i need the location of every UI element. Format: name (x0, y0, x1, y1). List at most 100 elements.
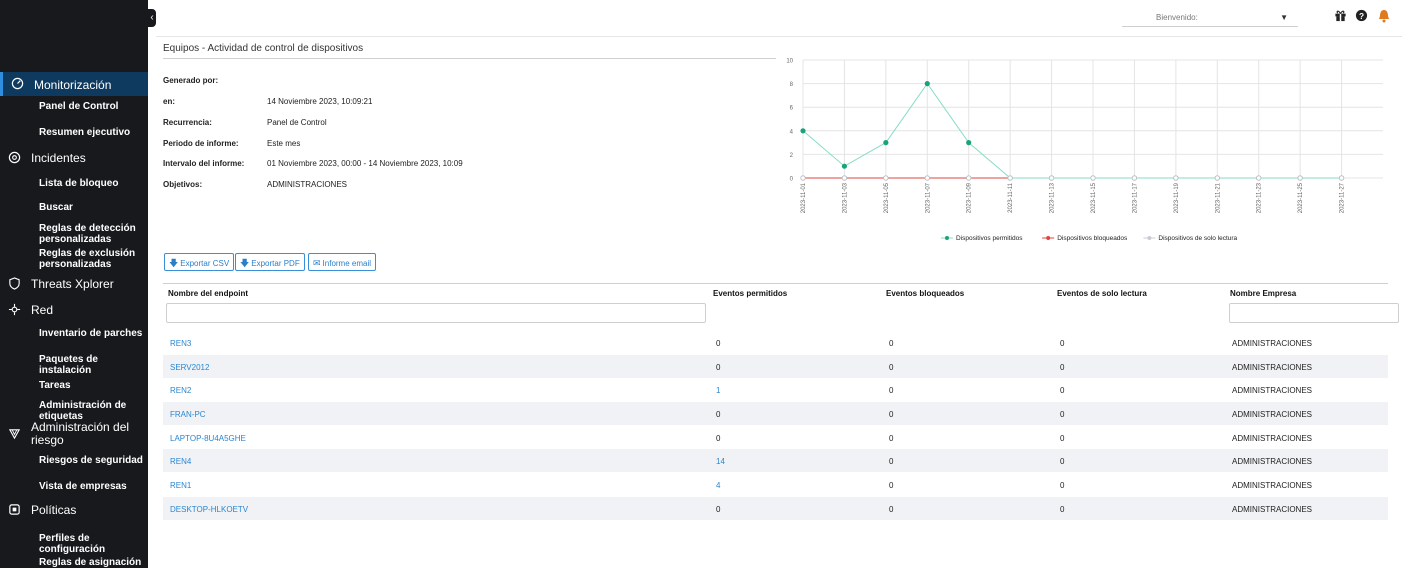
endpoint-link[interactable]: REN4 (170, 457, 191, 466)
info-value-objetivos: ADMINISTRACIONES (267, 180, 348, 189)
table-row: FRAN-PC 0 0 0 ADMINISTRACIONES (163, 402, 1388, 425)
data-point (1338, 175, 1345, 181)
column-header-eventos-permitidos[interactable]: Eventos permitidos (713, 289, 787, 298)
column-header-nombre-empresa[interactable]: Nombre Empresa (1230, 289, 1296, 298)
info-label-periodo: Periodo de informe: (163, 139, 239, 148)
sidebar-section-incidentes[interactable]: Incidentes (0, 151, 148, 165)
x-tick-label: 2023-11-13 (1050, 182, 1056, 213)
sidebar: Monitorización Panel de Control Resumen … (0, 0, 148, 568)
legend-label: Dispositivos de solo lectura (1158, 235, 1237, 242)
download-icon: 🡇 (240, 258, 250, 268)
sidebar-item-inventario-parches[interactable]: Inventario de parches (0, 328, 148, 339)
cell-bloqueados: 0 (889, 339, 894, 348)
table-row: SERV2012 0 0 0 ADMINISTRACIONES (163, 355, 1388, 378)
sidebar-section-politicas[interactable]: Políticas (0, 503, 148, 517)
data-point (1297, 175, 1303, 181)
sidebar-item-paquetes-instalacion[interactable]: Paquetes de instalación (0, 354, 148, 376)
cell-empresa: ADMINISTRACIONES (1232, 363, 1313, 372)
download-icon: 🡇 (169, 258, 179, 268)
endpoint-filter-input[interactable] (166, 303, 706, 323)
column-header-eventos-solo-lectura[interactable]: Eventos de solo lectura (1057, 289, 1147, 298)
sidebar-item-reglas-deteccion[interactable]: Reglas de detección personalizadas (0, 223, 148, 245)
sidebar-item-tareas[interactable]: Tareas (0, 380, 148, 391)
sidebar-item-riesgos-seguridad[interactable]: Riesgos de seguridad (0, 455, 148, 466)
data-point (1090, 175, 1096, 181)
data-point (1214, 175, 1220, 181)
sidebar-item-vista-empresas[interactable]: Vista de empresas (0, 481, 148, 492)
endpoint-link[interactable]: REN2 (170, 386, 191, 395)
endpoint-link[interactable]: LAPTOP-8U4A5GHE (170, 434, 246, 443)
cell-permitidos[interactable]: 4 (716, 481, 720, 490)
column-header-eventos-bloqueados[interactable]: Eventos bloqueados (886, 289, 964, 298)
dashboard-icon (11, 77, 25, 91)
endpoint-link[interactable]: DESKTOP-HLKOETV (170, 505, 248, 514)
sidebar-item-administracion-etiquetas[interactable]: Administración de etiquetas (0, 400, 148, 422)
export-pdf-button[interactable]: 🡇 Exportar PDF (235, 253, 305, 271)
cell-permitidos[interactable]: 1 (716, 386, 720, 395)
email-report-button[interactable]: ✉ Informe email (308, 253, 377, 271)
info-label-generado-por: Generado por: (163, 76, 219, 85)
data-point (1131, 175, 1138, 181)
user-menu-dropdown[interactable]: Bienvenido: ▼ (1122, 9, 1298, 27)
risk-icon (8, 427, 22, 441)
sidebar-item-buscar[interactable]: Buscar (0, 202, 148, 213)
data-point (841, 163, 848, 169)
shield-icon (8, 277, 22, 291)
endpoint-link[interactable]: FRAN-PC (170, 410, 206, 419)
sidebar-item-perfiles-configuracion[interactable]: Perfiles de configuración (0, 533, 148, 555)
gift-icon[interactable] (1334, 9, 1347, 25)
y-tick-label: 10 (786, 59, 793, 65)
sidebar-section-label: Threats Xplorer (31, 277, 114, 291)
cell-solo-lectura: 0 (1060, 410, 1065, 419)
cell-bloqueados: 0 (889, 457, 894, 466)
sidebar-item-reglas-exclusion[interactable]: Reglas de exclusión personalizadas (0, 248, 148, 270)
info-value-intervalo: 01 Noviembre 2023, 00:00 - 14 Noviembre … (267, 159, 463, 168)
cell-permitidos[interactable]: 14 (716, 457, 725, 466)
welcome-label: Bienvenido: (1156, 13, 1198, 22)
info-value-periodo: Este mes (267, 139, 301, 148)
sidebar-section-label: Administración del riesgo (31, 420, 130, 447)
column-header-endpoint[interactable]: Nombre del endpoint (168, 289, 248, 298)
cell-bloqueados: 0 (889, 386, 894, 395)
sidebar-item-lista-de-bloqueo[interactable]: Lista de bloqueo (0, 178, 148, 189)
sidebar-section-monitorizacion[interactable]: Monitorización (0, 72, 148, 96)
notifications-icon[interactable] (1378, 9, 1390, 26)
cell-empresa: ADMINISTRACIONES (1232, 410, 1313, 419)
sidebar-item-reglas-asignacion[interactable]: Reglas de asignación (0, 557, 148, 568)
endpoint-link[interactable]: REN1 (170, 481, 191, 490)
sidebar-section-threats-xplorer[interactable]: Threats Xplorer (0, 277, 148, 291)
email-icon: ✉ (313, 258, 321, 268)
table-row: DESKTOP-HLKOETV 0 0 0 ADMINISTRACIONES (163, 497, 1388, 520)
endpoint-link[interactable]: SERV2012 (170, 363, 209, 372)
svg-text:?: ? (1359, 11, 1364, 21)
cell-bloqueados: 0 (889, 410, 894, 419)
cell-solo-lectura: 0 (1060, 481, 1065, 490)
x-tick-label: 2023-11-15 (1091, 182, 1097, 213)
endpoint-link[interactable]: REN3 (170, 339, 191, 348)
data-point (924, 80, 930, 87)
sidebar-section-administracion-riesgo[interactable]: Administración del riesgo (0, 421, 148, 447)
legend-marker (1046, 236, 1051, 240)
sidebar-item-panel-de-control[interactable]: Panel de Control (0, 101, 148, 112)
sidebar-item-resumen-ejecutivo[interactable]: Resumen ejecutivo (0, 127, 148, 138)
x-tick-label: 2023-11-09 (967, 182, 973, 213)
data-point (966, 175, 972, 181)
export-csv-button[interactable]: 🡇 Exportar CSV (164, 253, 235, 271)
legend-marker (945, 236, 949, 240)
sidebar-collapse-button[interactable]: ‹ (148, 9, 156, 27)
cell-permitidos: 0 (716, 363, 721, 372)
cell-empresa: ADMINISTRACIONES (1232, 457, 1313, 466)
help-icon[interactable]: ? (1355, 9, 1368, 25)
x-tick-label: 2023-11-25 (1298, 182, 1304, 213)
data-point (1256, 175, 1262, 181)
table-row: REN4 14 0 0 ADMINISTRACIONES (163, 449, 1388, 472)
x-tick-label: 2023-11-27 (1340, 182, 1346, 213)
x-tick-label: 2023-11-23 (1257, 182, 1263, 213)
caret-down-icon: ▼ (1280, 13, 1288, 22)
cell-solo-lectura: 0 (1060, 457, 1065, 466)
legend-marker (1147, 236, 1152, 240)
y-tick-label: 2 (790, 153, 794, 159)
sidebar-section-red[interactable]: Red (0, 303, 148, 317)
cell-permitidos: 0 (716, 339, 721, 348)
empresa-filter-input[interactable] (1229, 303, 1399, 323)
